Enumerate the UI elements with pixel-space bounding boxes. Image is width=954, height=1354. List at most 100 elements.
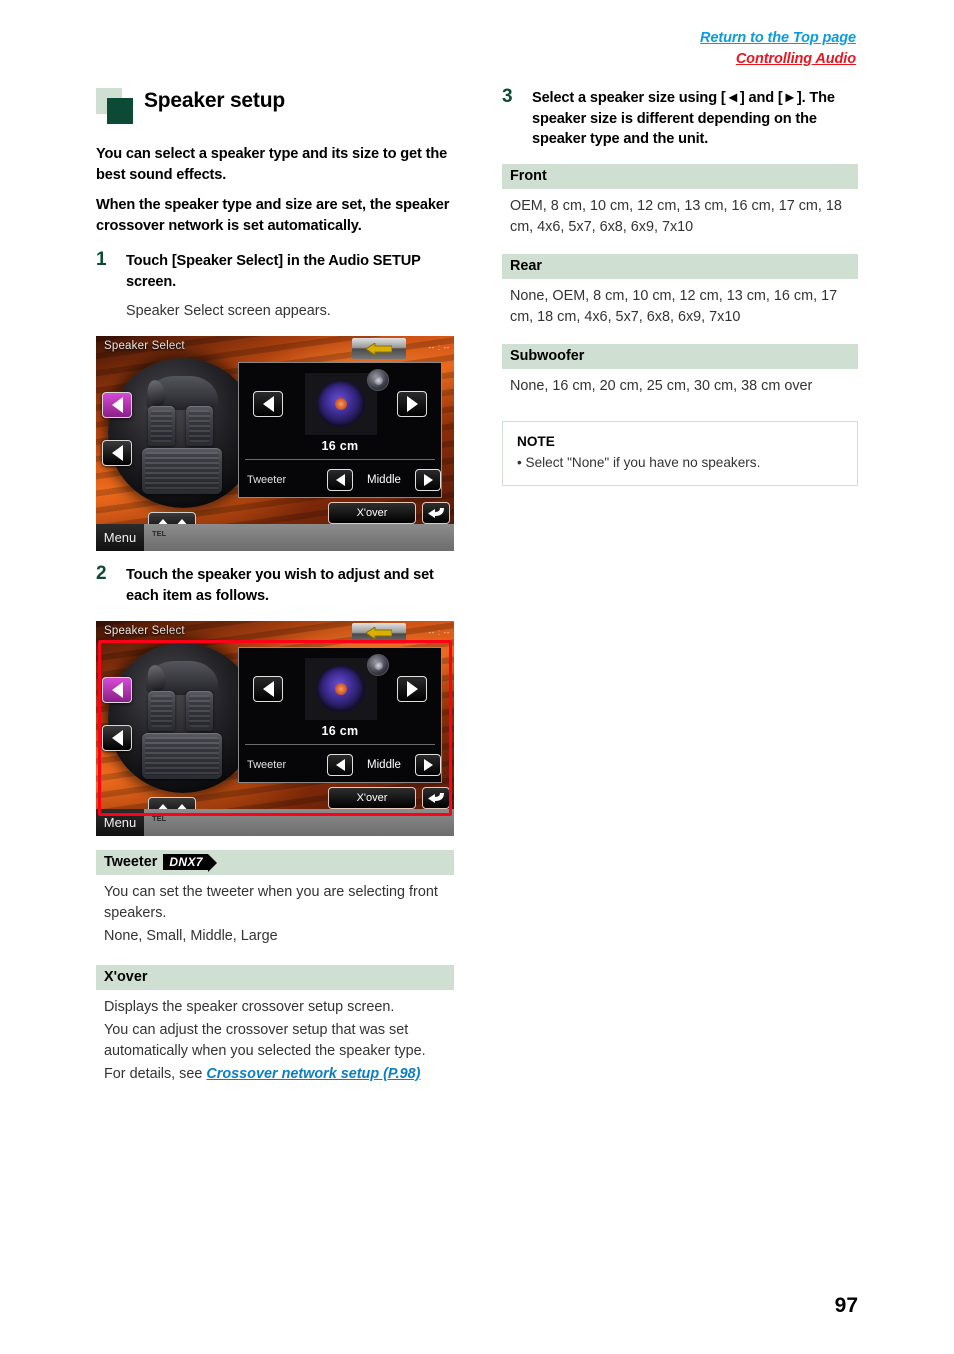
size-decrease-button[interactable] bbox=[253, 675, 283, 702]
rear-left-speaker-button[interactable] bbox=[102, 440, 132, 467]
note-box: NOTE • Select "None" if you have no spea… bbox=[502, 420, 858, 486]
size-increase-button[interactable] bbox=[397, 391, 427, 418]
return-button[interactable] bbox=[422, 502, 450, 525]
step-1-number: 1 bbox=[96, 249, 107, 270]
tweeter-increase-button[interactable] bbox=[415, 469, 441, 492]
left-triangle-icon bbox=[262, 680, 274, 697]
xover-section-body: Displays the speaker crossover setup scr… bbox=[96, 990, 454, 1089]
left-triangle-icon bbox=[262, 396, 274, 413]
step-3: 3 Select a speaker size using [◄] and [►… bbox=[502, 86, 858, 150]
speaker-select-screenshot-2: Speaker Select -- : -- 16 cm Tweeter Mid… bbox=[96, 620, 454, 836]
front-left-speaker-button[interactable] bbox=[102, 392, 132, 419]
front-right-seat bbox=[186, 406, 213, 447]
front-left-seat bbox=[148, 690, 175, 731]
device-tel-indicator: TEL bbox=[152, 813, 167, 823]
tweeter-increase-button[interactable] bbox=[415, 753, 441, 776]
front-right-seat bbox=[186, 690, 213, 731]
xover-description-2: You can adjust the crossover setup that … bbox=[104, 1021, 426, 1059]
size-increase-button[interactable] bbox=[397, 675, 427, 702]
back-arrow-icon bbox=[366, 627, 392, 640]
left-triangle-icon bbox=[111, 681, 123, 698]
manual-page: Return to the Top page Controlling Audio… bbox=[0, 0, 954, 1354]
device-back-button[interactable] bbox=[352, 338, 406, 360]
device-screen-title: Speaker Select bbox=[104, 624, 185, 637]
rear-seat bbox=[142, 448, 222, 495]
left-triangle-icon bbox=[111, 729, 123, 746]
speaker-image-frame bbox=[305, 373, 377, 436]
return-arrow-icon bbox=[428, 792, 444, 803]
tweeter-section-header: Tweeter DNX7 bbox=[96, 849, 454, 876]
rear-heading-label: Rear bbox=[510, 257, 542, 274]
subwoofer-heading-label: Subwoofer bbox=[510, 347, 585, 364]
controlling-audio-link[interactable]: Controlling Audio bbox=[700, 49, 856, 70]
device-clock: -- : -- bbox=[428, 627, 450, 637]
tweeter-decrease-button[interactable] bbox=[327, 469, 353, 492]
device-back-button[interactable] bbox=[352, 622, 406, 644]
xover-button[interactable]: X'over bbox=[328, 502, 416, 525]
front-left-speaker-button[interactable] bbox=[102, 676, 132, 703]
speaker-detail-panel: 16 cm Tweeter Middle bbox=[238, 646, 442, 783]
tweeter-row-label: Tweeter bbox=[247, 758, 287, 771]
tweeter-value: Middle bbox=[367, 758, 401, 771]
device-tel-indicator: TEL bbox=[152, 529, 167, 539]
speaker-cone-icon bbox=[317, 381, 365, 428]
speaker-size-value: 16 cm bbox=[321, 439, 359, 454]
device-menu-button[interactable]: Menu bbox=[96, 524, 144, 552]
step-3-text: Select a speaker size using [◄] and [►].… bbox=[532, 90, 835, 148]
intro-paragraph-2: When the speaker type and size are set, … bbox=[96, 197, 450, 234]
step-1-subtext: Speaker Select screen appears. bbox=[126, 303, 331, 320]
left-column: Speaker setup You can select a speaker t… bbox=[96, 88, 454, 1089]
left-triangle-icon bbox=[111, 397, 123, 414]
device-status-bar bbox=[96, 808, 454, 836]
left-triangle-icon bbox=[335, 474, 345, 487]
device-menu-button[interactable]: Menu bbox=[96, 808, 144, 836]
speaker-select-screenshot-1: Speaker Select -- : -- 16 cm Tweeter Mid… bbox=[96, 336, 454, 552]
tweeter-description: You can set the tweeter when you are sel… bbox=[104, 884, 438, 922]
front-heading-label: Front bbox=[510, 168, 547, 185]
left-triangle-icon bbox=[111, 445, 123, 462]
step-1: 1 Touch [Speaker Select] in the Audio SE… bbox=[96, 249, 454, 292]
tweeter-icon bbox=[367, 653, 389, 676]
return-button[interactable] bbox=[422, 786, 450, 809]
panel-divider bbox=[245, 743, 435, 745]
xover-reference: For details, see Crossover network setup… bbox=[104, 1064, 446, 1085]
section-heading: Speaker setup bbox=[96, 88, 454, 128]
tweeter-section-body: You can set the tweeter when you are sel… bbox=[96, 875, 454, 951]
tweeter-icon bbox=[367, 369, 389, 392]
step-2: 2 Touch the speaker you wish to adjust a… bbox=[96, 563, 454, 606]
step-3-number: 3 bbox=[502, 86, 513, 107]
note-title: NOTE bbox=[517, 433, 555, 449]
return-to-top-link[interactable]: Return to the Top page bbox=[700, 28, 856, 49]
front-section-body: OEM, 8 cm, 10 cm, 12 cm, 13 cm, 16 cm, 1… bbox=[510, 198, 842, 236]
speaker-size-value: 16 cm bbox=[321, 723, 359, 738]
device-clock: -- : -- bbox=[428, 343, 450, 353]
step-2-number: 2 bbox=[96, 563, 107, 585]
dnx7-model-badge: DNX7 bbox=[163, 853, 217, 872]
tweeter-options: None, Small, Middle, Large bbox=[104, 928, 278, 945]
xover-heading-label: X'over bbox=[104, 969, 148, 985]
xover-section-header: X'over bbox=[96, 965, 454, 990]
speaker-detail-panel: 16 cm Tweeter Middle bbox=[238, 362, 442, 499]
device-status-bar bbox=[96, 524, 454, 552]
xover-reference-prefix: For details, see bbox=[104, 1065, 207, 1082]
tweeter-setting-row: Tweeter Middle bbox=[239, 750, 441, 780]
xover-button[interactable]: X'over bbox=[328, 786, 416, 809]
rear-seat bbox=[142, 732, 222, 779]
panel-divider bbox=[245, 459, 435, 461]
note-item: • Select "None" if you have no speakers. bbox=[517, 454, 761, 470]
page-title: Speaker setup bbox=[144, 89, 285, 112]
front-section-header: Front bbox=[502, 164, 858, 190]
right-triangle-icon bbox=[423, 474, 433, 487]
subwoofer-section-body: None, 16 cm, 20 cm, 25 cm, 30 cm, 38 cm … bbox=[510, 377, 813, 394]
rear-left-speaker-button[interactable] bbox=[102, 724, 132, 751]
dark-square-icon bbox=[107, 98, 133, 124]
speaker-image-frame bbox=[305, 657, 377, 720]
crossover-network-setup-link[interactable]: Crossover network setup (P.98) bbox=[206, 1066, 420, 1082]
right-triangle-icon bbox=[423, 758, 433, 771]
tweeter-value: Middle bbox=[367, 474, 401, 487]
tweeter-heading-label: Tweeter bbox=[104, 854, 158, 871]
size-decrease-button[interactable] bbox=[253, 391, 283, 418]
tweeter-decrease-button[interactable] bbox=[327, 753, 353, 776]
step-2-text: Touch the speaker you wish to adjust and… bbox=[126, 567, 434, 605]
tweeter-row-label: Tweeter bbox=[247, 474, 287, 487]
